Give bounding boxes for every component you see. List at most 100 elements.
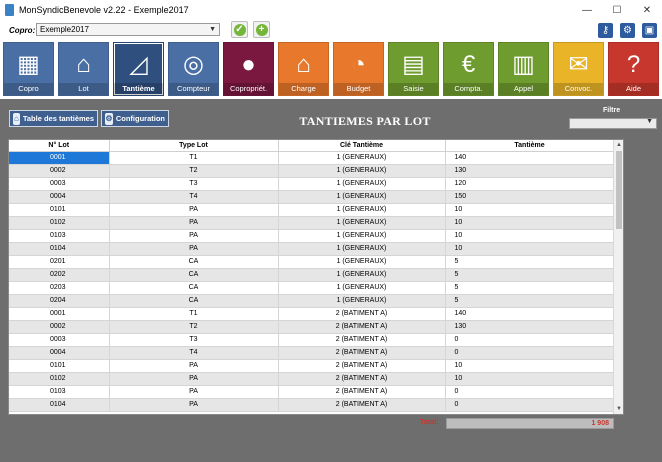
- cell-type[interactable]: T4: [109, 190, 279, 204]
- configuration-button[interactable]: ⚙ Configuration: [101, 110, 169, 127]
- cell-type[interactable]: PA: [109, 242, 279, 256]
- cell-lot[interactable]: 0104: [9, 242, 110, 256]
- cell-cle[interactable]: 1 (GENERAUX): [278, 255, 446, 269]
- table-row[interactable]: 0002 T2 2 (BATIMENT A) 130: [9, 320, 615, 334]
- cell-type[interactable]: T2: [109, 164, 279, 178]
- cell-type[interactable]: PA: [109, 216, 279, 230]
- column-header-type[interactable]: Type Lot: [109, 140, 279, 152]
- cell-lot[interactable]: 0201: [9, 255, 110, 269]
- cell-cle[interactable]: 1 (GENERAUX): [278, 229, 446, 243]
- close-button[interactable]: ✕: [632, 0, 662, 20]
- cell-lot[interactable]: 0102: [9, 372, 110, 386]
- cell-type[interactable]: PA: [109, 398, 279, 412]
- tile-10[interactable]: ▥ Appel: [498, 42, 549, 96]
- cell-tantieme[interactable]: 10: [445, 203, 615, 217]
- cell-lot[interactable]: 0002: [9, 164, 110, 178]
- cell-tantieme[interactable]: 10: [445, 229, 615, 243]
- settings-button[interactable]: ⚙: [618, 21, 637, 39]
- scroll-down-icon[interactable]: ▼: [614, 404, 623, 414]
- cell-tantieme[interactable]: 140: [445, 307, 615, 321]
- table-row[interactable]: 0202 CA 1 (GENERAUX) 5: [9, 268, 615, 282]
- cell-lot[interactable]: 0202: [9, 268, 110, 282]
- table-row[interactable]: 0003 T3 2 (BATIMENT A) 0: [9, 333, 615, 347]
- cell-lot[interactable]: 0102: [9, 216, 110, 230]
- cell-tantieme[interactable]: 0: [445, 398, 615, 412]
- cell-cle[interactable]: 2 (BATIMENT A): [278, 346, 446, 360]
- tile-1[interactable]: ▦ Copro: [3, 42, 54, 96]
- cell-cle[interactable]: 1 (GENERAUX): [278, 294, 446, 308]
- cell-lot[interactable]: 0004: [9, 190, 110, 204]
- table-row[interactable]: 0101 PA 2 (BATIMENT A) 10: [9, 359, 615, 373]
- tile-2[interactable]: ⌂ Lot: [58, 42, 109, 96]
- cell-lot[interactable]: 0003: [9, 333, 110, 347]
- cell-type[interactable]: T3: [109, 177, 279, 191]
- cell-tantieme[interactable]: 0: [445, 333, 615, 347]
- add-button[interactable]: +: [253, 21, 270, 38]
- cell-tantieme[interactable]: 10: [445, 242, 615, 256]
- tile-9[interactable]: € Compta.: [443, 42, 494, 96]
- cell-cle[interactable]: 1 (GENERAUX): [278, 177, 446, 191]
- cell-type[interactable]: T1: [109, 307, 279, 321]
- tile-7[interactable]: ◔ Budget: [333, 42, 384, 96]
- tile-11[interactable]: ✉ Convoc.: [553, 42, 604, 96]
- cell-type[interactable]: CA: [109, 294, 279, 308]
- cell-type[interactable]: PA: [109, 203, 279, 217]
- table-row[interactable]: 0103 PA 2 (BATIMENT A) 0: [9, 385, 615, 399]
- tile-8[interactable]: ▤ Saisie: [388, 42, 439, 96]
- table-row[interactable]: 0103 PA 1 (GENERAUX) 10: [9, 229, 615, 243]
- scroll-up-icon[interactable]: ▲: [614, 140, 623, 150]
- column-header-cle[interactable]: Clé Tantième: [278, 140, 446, 152]
- table-row[interactable]: 0102 PA 1 (GENERAUX) 10: [9, 216, 615, 230]
- cell-type[interactable]: T1: [109, 151, 279, 165]
- cell-cle[interactable]: 2 (BATIMENT A): [278, 359, 446, 373]
- table-row[interactable]: 0102 PA 2 (BATIMENT A) 10: [9, 372, 615, 386]
- cell-type[interactable]: PA: [109, 229, 279, 243]
- cell-tantieme[interactable]: 5: [445, 281, 615, 295]
- cell-lot[interactable]: 0003: [9, 177, 110, 191]
- cell-tantieme[interactable]: 130: [445, 164, 615, 178]
- cell-lot[interactable]: 0203: [9, 281, 110, 295]
- cell-cle[interactable]: 1 (GENERAUX): [278, 190, 446, 204]
- cell-tantieme[interactable]: 5: [445, 268, 615, 282]
- cell-type[interactable]: PA: [109, 385, 279, 399]
- cell-type[interactable]: PA: [109, 359, 279, 373]
- cell-type[interactable]: T3: [109, 333, 279, 347]
- table-row[interactable]: 0204 CA 1 (GENERAUX) 5: [9, 294, 615, 308]
- cell-type[interactable]: T2: [109, 320, 279, 334]
- column-header-lot[interactable]: N° Lot: [9, 140, 110, 152]
- table-row[interactable]: 0004 T4 2 (BATIMENT A) 0: [9, 346, 615, 360]
- cell-cle[interactable]: 2 (BATIMENT A): [278, 372, 446, 386]
- cell-cle[interactable]: 2 (BATIMENT A): [278, 320, 446, 334]
- cell-cle[interactable]: 1 (GENERAUX): [278, 216, 446, 230]
- cell-tantieme[interactable]: 10: [445, 359, 615, 373]
- cell-type[interactable]: CA: [109, 268, 279, 282]
- cell-cle[interactable]: 1 (GENERAUX): [278, 203, 446, 217]
- table-row[interactable]: 0104 PA 1 (GENERAUX) 10: [9, 242, 615, 256]
- cell-tantieme[interactable]: 10: [445, 216, 615, 230]
- cell-tantieme[interactable]: 5: [445, 255, 615, 269]
- table-row[interactable]: 0201 CA 1 (GENERAUX) 5: [9, 255, 615, 269]
- cell-lot[interactable]: 0004: [9, 346, 110, 360]
- validate-button[interactable]: ✓: [231, 21, 248, 38]
- cell-cle[interactable]: 1 (GENERAUX): [278, 242, 446, 256]
- cell-cle[interactable]: 2 (BATIMENT A): [278, 398, 446, 412]
- table-row[interactable]: 0101 PA 1 (GENERAUX) 10: [9, 203, 615, 217]
- table-row[interactable]: 0104 PA 2 (BATIMENT A) 0: [9, 398, 615, 412]
- cell-cle[interactable]: 1 (GENERAUX): [278, 164, 446, 178]
- filter-select[interactable]: ▼: [569, 118, 657, 129]
- cell-lot[interactable]: 0001: [9, 307, 110, 321]
- maximize-button[interactable]: ☐: [602, 0, 632, 20]
- tile-4[interactable]: ◎ Compteur: [168, 42, 219, 96]
- column-header-tantieme[interactable]: Tantième: [445, 140, 615, 152]
- cell-tantieme[interactable]: 0: [445, 346, 615, 360]
- table-row[interactable]: 0002 T2 1 (GENERAUX) 130: [9, 164, 615, 178]
- cell-lot[interactable]: 0104: [9, 398, 110, 412]
- cell-lot[interactable]: 0103: [9, 385, 110, 399]
- cell-lot[interactable]: 0001: [9, 151, 110, 165]
- vertical-scrollbar[interactable]: ▲ ▼: [613, 140, 623, 414]
- table-row[interactable]: 0004 T4 1 (GENERAUX) 150: [9, 190, 615, 204]
- table-tantiemes-button[interactable]: ⌂ Table des tantièmes: [9, 110, 98, 127]
- tile-6[interactable]: ⌂ Charge: [278, 42, 329, 96]
- save-button[interactable]: ▣: [640, 21, 659, 39]
- cell-cle[interactable]: 2 (BATIMENT A): [278, 385, 446, 399]
